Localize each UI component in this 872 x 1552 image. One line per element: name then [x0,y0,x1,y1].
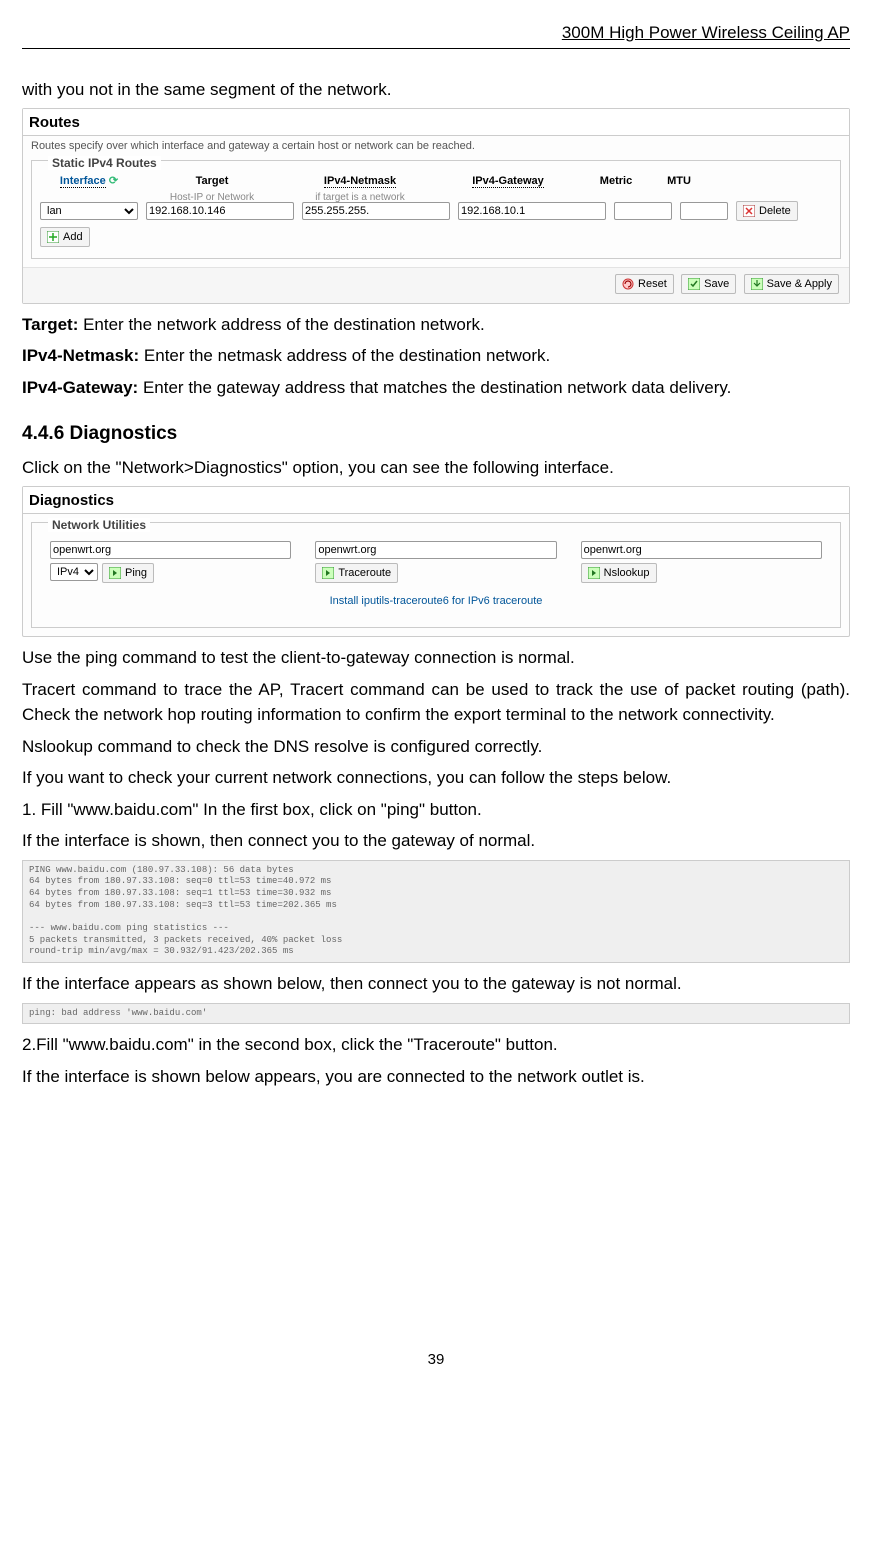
ping-label: Ping [125,567,147,579]
para-step2: 2.Fill "www.baidu.com" in the second box… [22,1032,850,1058]
para-target: Target: Enter the network address of the… [22,312,850,338]
para-gateway: IPv4-Gateway: Enter the gateway address … [22,375,850,401]
hdr-gateway: IPv4-Gateway [472,175,544,188]
delete-button[interactable]: Delete [736,201,798,221]
diag-title: Diagnostics [23,487,849,514]
para-steps: If you want to check your current networ… [22,765,850,791]
diag-fieldset-label: Network Utilities [48,518,150,532]
install-link[interactable]: Install iputils-traceroute6 for IPv6 tra… [40,591,832,624]
diag-intro: Click on the "Network>Diagnostics" optio… [22,455,850,481]
go-icon [588,567,600,579]
save-button[interactable]: Save [681,274,736,294]
traceroute-input[interactable] [315,541,556,559]
hdr-target: Target [138,173,286,190]
section-heading: 4.4.6 Diagnostics [22,420,850,449]
para-netmask: IPv4-Netmask: Enter the netmask address … [22,343,850,369]
diag-col-nslookup: Nslookup [581,541,822,583]
interface-select[interactable]: lan [40,202,138,220]
reset-label: Reset [638,278,667,290]
diag-col-ping: IPv4 Ping [50,541,291,583]
reset-button[interactable]: Reset [615,274,674,294]
hdr-netmask: IPv4-Netmask [324,175,396,188]
para-step1: 1. Fill "www.baidu.com" In the first box… [22,797,850,823]
hdr-mtu: MTU [650,173,708,190]
para-tracert: Tracert command to trace the AP, Tracert… [22,677,850,728]
routes-fieldset: Static IPv4 Routes Interface ⟳ Target IP… [31,160,841,259]
add-button[interactable]: Add [40,227,90,247]
nslookup-input[interactable] [581,541,822,559]
go-icon [322,567,334,579]
page-number: 39 [22,1349,850,1372]
hdr-metric: Metric [582,173,650,190]
save-apply-button[interactable]: Save & Apply [744,274,839,294]
para-nslookup: Nslookup command to check the DNS resolv… [22,734,850,760]
diag-fieldset: Network Utilities IPv4 Ping Traceroute [31,522,841,629]
save-label: Save [704,278,729,290]
routes-title: Routes [23,109,849,136]
nslookup-button[interactable]: Nslookup [581,563,657,583]
target-input[interactable] [146,202,294,220]
save-apply-label: Save & Apply [767,278,832,290]
para-ping: Use the ping command to test the client-… [22,645,850,671]
para-outlet: If the interface is shown below appears,… [22,1064,850,1090]
diag-figure: Diagnostics Network Utilities IPv4 Ping … [22,486,850,637]
mtu-input[interactable] [680,202,728,220]
para-normal: If the interface is shown, then connect … [22,828,850,854]
netmask-input[interactable] [302,202,450,220]
diag-row: IPv4 Ping Traceroute Nslookup [40,535,832,591]
diag-col-traceroute: Traceroute [315,541,556,583]
apply-icon [751,278,763,290]
nslookup-label: Nslookup [604,567,650,579]
traceroute-button[interactable]: Traceroute [315,563,398,583]
save-icon [688,278,700,290]
para-notnormal: If the interface appears as shown below,… [22,971,850,997]
routes-desc: Routes specify over which interface and … [23,136,849,157]
go-icon [109,567,121,579]
console-ping-bad: ping: bad address 'www.baidu.com' [22,1003,850,1025]
traceroute-label: Traceroute [338,567,391,579]
delete-icon [743,205,755,217]
intro-text: with you not in the same segment of the … [22,77,850,103]
reset-icon [622,278,634,290]
routes-row: lan Delete [40,201,832,221]
reload-icon[interactable]: ⟳ [109,175,118,187]
delete-label: Delete [759,205,791,217]
hdr-interface: Interface [60,175,106,188]
routes-fieldset-label: Static IPv4 Routes [48,156,161,170]
add-label: Add [63,231,83,243]
metric-input[interactable] [614,202,672,220]
ping-button[interactable]: Ping [102,563,154,583]
ipver-select[interactable]: IPv4 [50,563,98,581]
page-header: 300M High Power Wireless Ceiling AP [22,20,850,49]
ping-input[interactable] [50,541,291,559]
routes-figure: Routes Routes specify over which interfa… [22,108,850,304]
add-icon [47,231,59,243]
routes-buttons: Reset Save Save & Apply [23,267,849,303]
gateway-input[interactable] [458,202,606,220]
routes-headers: Interface ⟳ Target IPv4-Netmask IPv4-Gat… [40,173,832,190]
console-ping-ok: PING www.baidu.com (180.97.33.108): 56 d… [22,860,850,964]
